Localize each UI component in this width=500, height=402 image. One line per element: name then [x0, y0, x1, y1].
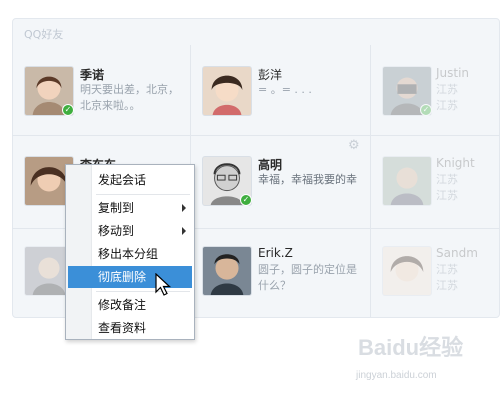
contact-name: 高明: [258, 158, 283, 172]
contact-signature: 江苏: [436, 189, 458, 202]
menu-item-label: 查看资料: [98, 321, 147, 335]
gear-icon[interactable]: ⚙: [348, 139, 362, 153]
menu-item-copy-to[interactable]: 复制到: [68, 197, 192, 219]
contact-signature: 圆子，圆子的定位是: [258, 263, 357, 276]
submenu-arrow-icon: [182, 227, 186, 235]
menu-item-move-to[interactable]: 移动到: [68, 220, 192, 242]
avatar: [202, 246, 252, 296]
menu-item-edit-remark[interactable]: 修改备注: [68, 294, 192, 316]
menu-item-label: 移动到: [98, 224, 135, 238]
contact-card[interactable]: ✓ 高明 幸福，幸福我要的幸: [198, 150, 368, 220]
contact-signature: 幸福，幸福我要的幸: [258, 173, 357, 186]
avatar: [202, 66, 252, 116]
menu-item-view-profile[interactable]: 查看资料: [68, 317, 192, 339]
menu-separator: [96, 291, 190, 292]
menu-separator: [96, 194, 190, 195]
contact-name: Knight: [436, 156, 475, 170]
contact-signature: 江苏: [436, 99, 458, 112]
contact-signature: 江苏: [436, 279, 458, 292]
contact-signature: 明天要出差，北京，: [80, 83, 179, 96]
menu-item-delete-permanently[interactable]: 彻底删除: [68, 266, 192, 288]
row-divider: [12, 135, 500, 136]
contact-signature: = 。= . . .: [258, 83, 312, 96]
contact-card[interactable]: Erik.Z 圆子，圆子的定位是 什么？: [198, 240, 368, 310]
baidu-watermark-logo: Baidu经验: [358, 335, 464, 360]
menu-item-label: 修改备注: [98, 298, 147, 312]
avatar: [382, 156, 432, 206]
context-menu: 发起会话 复制到 移动到 移出本分组 彻底删除 修改备注 查看资料: [65, 164, 195, 340]
menu-item-label: 发起会话: [98, 173, 147, 187]
contact-name: 季诺: [80, 68, 105, 82]
column-divider: [370, 45, 371, 317]
contact-card[interactable]: ✓ Justin 江苏 江苏: [378, 60, 500, 130]
mouse-cursor-icon: [155, 273, 172, 296]
contact-name: Justin: [436, 66, 470, 80]
menu-item-start-chat[interactable]: 发起会话: [68, 169, 192, 191]
avatar: [382, 246, 432, 296]
contact-card[interactable]: ✓ 季诺 明天要出差，北京， 北京来啦。。: [18, 60, 188, 130]
online-status-icon: ✓: [420, 104, 432, 116]
contact-name: 彭洋: [258, 68, 283, 82]
contact-name: Erik.Z: [258, 246, 293, 260]
watermark-url: jingyan.baidu.com: [356, 370, 437, 381]
contact-card[interactable]: Knight 江苏 江苏: [378, 150, 500, 220]
online-status-icon: ✓: [240, 194, 252, 206]
contact-signature: 江苏: [436, 263, 458, 276]
menu-item-label: 彻底删除: [98, 270, 147, 284]
contact-signature: 北京来啦。。: [80, 99, 141, 112]
online-status-icon: ✓: [62, 104, 74, 116]
menu-item-remove-from-group[interactable]: 移出本分组: [68, 243, 192, 265]
menu-item-label: 移出本分组: [98, 247, 159, 261]
menu-item-label: 复制到: [98, 201, 135, 215]
panel-title: QQ好友: [24, 28, 64, 41]
contact-name: Sandm: [436, 246, 478, 260]
contact-signature: 什么？: [258, 279, 291, 292]
contact-card[interactable]: Sandm 江苏 江苏: [378, 240, 500, 310]
contact-card[interactable]: 彭洋 = 。= . . .: [198, 60, 368, 130]
submenu-arrow-icon: [182, 204, 186, 212]
contact-signature: 江苏: [436, 83, 458, 96]
contact-signature: 江苏: [436, 173, 458, 186]
